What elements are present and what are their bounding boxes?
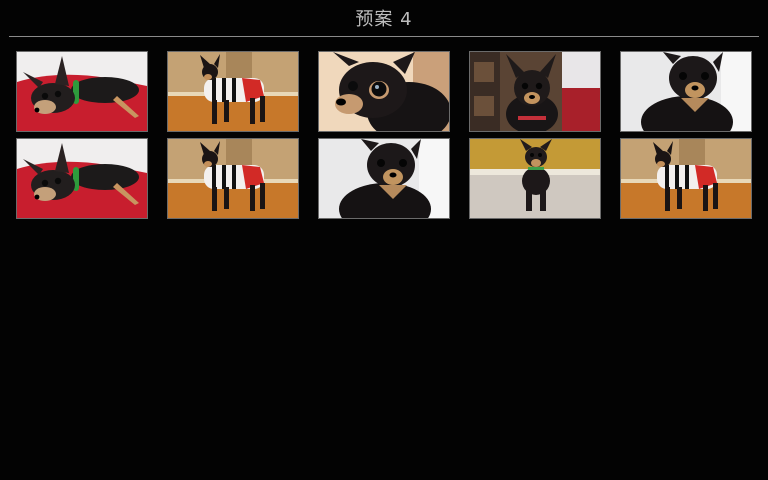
thumbnail-8[interactable] [318,138,450,219]
dog-photo-icon [470,52,600,131]
dog-photo-icon [621,139,751,218]
thumbnail-10[interactable] [620,138,752,219]
thumbnail-7[interactable] [167,138,299,219]
thumbnail-3[interactable] [318,51,450,132]
thumbnail-9[interactable] [469,138,601,219]
header-divider [9,36,759,37]
app-screen: 预案 4 [0,0,768,480]
dog-photo-icon [470,139,600,218]
thumbnail-6[interactable] [16,138,148,219]
dog-photo-icon [168,52,298,131]
page-title: 预案 4 [355,9,413,30]
dog-photo-icon [319,52,449,131]
thumbnail-1[interactable] [16,51,148,132]
dog-photo-icon [621,52,751,131]
thumbnail-grid [16,51,752,219]
dog-photo-icon [168,139,298,218]
thumbnail-4[interactable] [469,51,601,132]
thumbnail-2[interactable] [167,51,299,132]
dog-photo-icon [319,139,449,218]
thumbnail-5[interactable] [620,51,752,132]
title-bar: 预案 4 [0,0,768,36]
dog-photo-icon [17,52,147,131]
dog-photo-icon [17,139,147,218]
